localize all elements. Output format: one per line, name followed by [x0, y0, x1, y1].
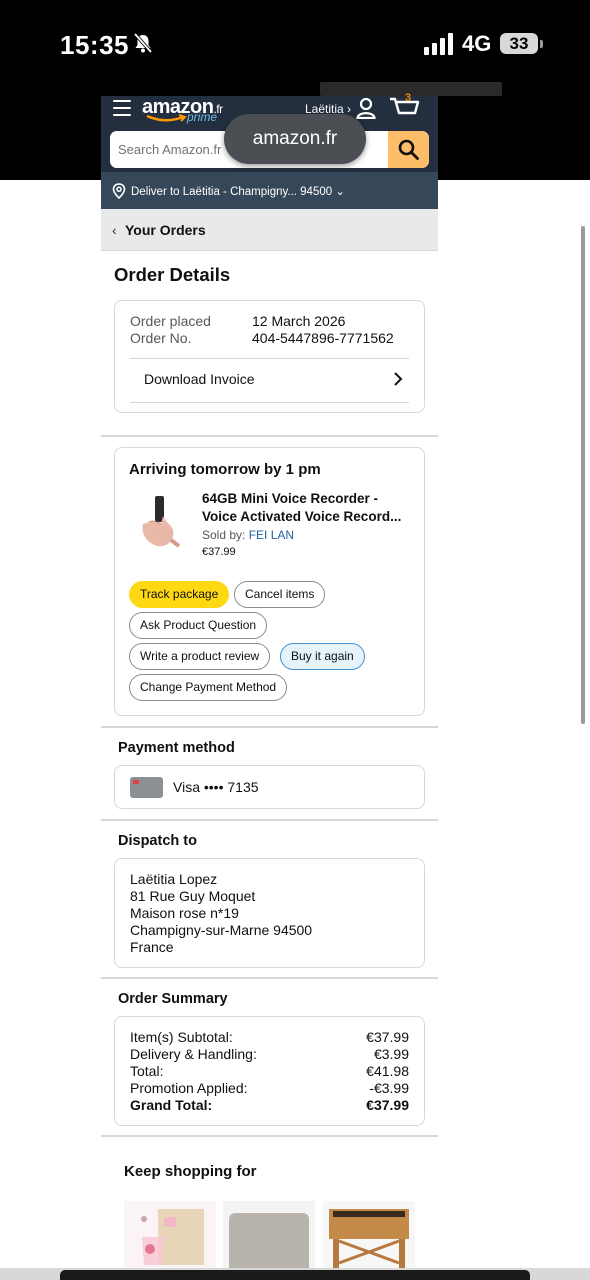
summary-value: €37.99: [366, 1029, 409, 1045]
grand-total-label: Grand Total:: [130, 1097, 213, 1113]
seller-link[interactable]: FEI LAN: [249, 528, 294, 542]
order-number-value: 404-5447896-7771562: [252, 330, 394, 346]
breadcrumb-your-orders[interactable]: Your Orders: [125, 222, 206, 238]
section-divider: [101, 819, 438, 821]
recommended-product-image[interactable]: [323, 1201, 415, 1269]
summary-label: Total:: [130, 1063, 164, 1079]
download-invoice-row[interactable]: Download Invoice: [130, 359, 409, 402]
seller-info: Sold by: FEI LAN: [202, 528, 294, 542]
amazon-smile-icon: [146, 114, 187, 122]
delivery-status: Arriving tomorrow by 1 pm: [129, 461, 321, 478]
summary-value: -€3.99: [369, 1080, 409, 1096]
cancel-items-button[interactable]: Cancel items: [234, 581, 326, 608]
search-button[interactable]: [388, 131, 429, 168]
network-type: 4G: [462, 31, 492, 56]
clock: 15:35: [60, 30, 129, 60]
write-review-button[interactable]: Write a product review: [129, 643, 271, 670]
scrollbar[interactable]: [581, 226, 585, 724]
deliver-to-bar[interactable]: Deliver to Laëtitia - Champigny... 94500…: [101, 172, 438, 209]
change-payment-button[interactable]: Change Payment Method: [129, 674, 288, 701]
status-bar: 15:35 4G 33: [0, 0, 590, 96]
section-divider: [101, 1135, 438, 1137]
ask-product-question-button[interactable]: Ask Product Question: [129, 612, 268, 639]
home-indicator: [60, 1270, 530, 1280]
address-line: Champigny-sur-Marne 94500: [130, 922, 313, 938]
order-number-label: Order No.: [130, 330, 192, 346]
download-invoice-label: Download Invoice: [144, 371, 255, 387]
search-icon: [398, 139, 419, 160]
order-summary-title: Order Summary: [118, 991, 228, 1007]
order-summary-card: Item(s) Subtotal: €37.99 Delivery & Hand…: [114, 1016, 425, 1126]
breadcrumb[interactable]: ‹ Your Orders: [101, 209, 438, 251]
summary-value: €3.99: [373, 1046, 409, 1062]
section-divider: [101, 977, 438, 979]
payment-card: Visa •••• 7135: [173, 779, 259, 795]
divider: [130, 402, 409, 403]
battery-tip: [540, 40, 543, 48]
prime-label: prime: [187, 110, 218, 124]
product-image[interactable]: [135, 494, 181, 550]
track-package-button[interactable]: Track package: [129, 581, 230, 608]
summary-value: €41.98: [366, 1063, 409, 1079]
account-icon[interactable]: [356, 97, 376, 119]
deliver-to-text: Deliver to Laëtitia - Champigny... 94500…: [131, 186, 345, 198]
section-divider: [101, 726, 438, 728]
order-placed-value: 12 March 2026: [252, 313, 346, 329]
dispatch-address-card: Laëtitia Lopez 81 Rue Guy Moquet Maison …: [114, 858, 425, 968]
buy-again-button[interactable]: Buy it again: [280, 643, 365, 670]
summary-label: Item(s) Subtotal:: [130, 1029, 233, 1045]
keep-shopping-title: Keep shopping for: [124, 1163, 257, 1180]
chevron-left-icon: ‹: [112, 222, 117, 238]
product-price: €37.99: [202, 546, 236, 558]
page-title: Order Details: [114, 264, 231, 285]
order-placed-label: Order placed: [130, 313, 211, 329]
sold-by-label: Sold by:: [202, 528, 246, 542]
credit-card-icon: [130, 777, 163, 798]
battery-icon: 33: [500, 33, 538, 54]
shipment-card: Arriving tomorrow by 1 pm 64GB Mini Voic…: [114, 447, 425, 716]
cart-count: 3: [405, 92, 412, 104]
url-pill[interactable]: amazon.fr: [224, 114, 366, 164]
address-line: 81 Rue Guy Moquet: [130, 888, 256, 904]
bell-muted-icon: [133, 32, 153, 54]
recommended-product-image[interactable]: [124, 1201, 216, 1269]
signal-icon: [424, 33, 453, 55]
grand-total-value: €37.99: [366, 1097, 409, 1113]
product-name[interactable]: 64GB Mini Voice Recorder - Voice Activat…: [202, 490, 414, 526]
address-line: France: [130, 939, 174, 955]
chevron-right-icon: [394, 372, 403, 386]
order-info-card: Order placed 12 March 2026 Order No. 404…: [114, 300, 425, 413]
address-line: Laëtitia Lopez: [130, 871, 218, 887]
summary-label: Promotion Applied:: [130, 1080, 248, 1096]
location-pin-icon: [112, 183, 126, 199]
section-divider: [101, 435, 438, 437]
summary-label: Delivery & Handling:: [130, 1046, 257, 1062]
recommended-product-image[interactable]: [223, 1201, 315, 1269]
payment-method-title: Payment method: [118, 740, 235, 756]
address-line: Maison rose n*19: [130, 905, 239, 921]
hamburger-menu-icon[interactable]: [113, 100, 131, 116]
payment-method-card: Visa •••• 7135: [114, 765, 425, 809]
dispatch-title: Dispatch to: [118, 833, 197, 849]
